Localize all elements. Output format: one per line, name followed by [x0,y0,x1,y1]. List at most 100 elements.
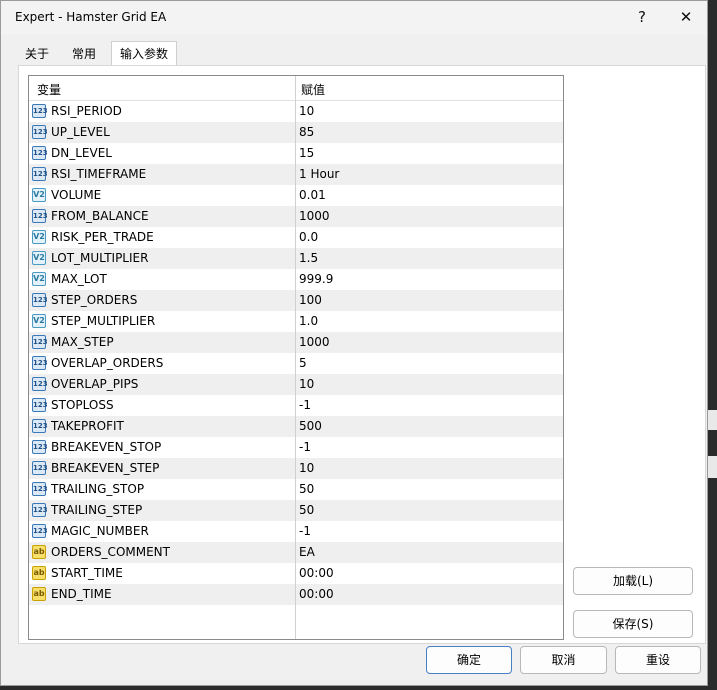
double-type-icon: V2 [32,251,46,265]
variable-name: END_TIME [51,587,112,601]
variable-name: RSI_PERIOD [51,104,122,118]
variable-name: BREAKEVEN_STOP [51,440,162,454]
variable-name: MAX_LOT [51,272,107,286]
double-type-icon: V2 [32,230,46,244]
tab-common[interactable]: 常用 [65,44,103,64]
variable-value[interactable]: -1 [299,524,311,538]
table-row[interactable]: 123 MAX_STEP 1000 [29,332,563,353]
variable-name: RSI_TIMEFRAME [51,167,147,181]
variable-name: OVERLAP_PIPS [51,377,139,391]
table-row[interactable]: V2 LOT_MULTIPLIER 1.5 [29,248,563,269]
int-type-icon: 123 [32,440,48,454]
variable-value[interactable]: 10 [299,104,314,118]
variable-value[interactable]: 5 [299,356,307,370]
variable-value[interactable]: 50 [299,482,314,496]
variable-value[interactable]: 10 [299,461,314,475]
table-row[interactable]: V2 VOLUME 0.01 [29,185,563,206]
variable-value[interactable]: 100 [299,293,322,307]
variable-value[interactable]: 1.0 [299,314,318,328]
close-button[interactable]: ✕ [669,5,703,31]
variable-value[interactable]: 0.01 [299,188,326,202]
load-button[interactable]: 加载(L) [573,567,693,595]
variable-name: TRAILING_STOP [51,482,145,496]
int-type-icon: 123 [32,104,48,118]
table-row[interactable]: ab START_TIME 00:00 [29,563,563,584]
variable-name: START_TIME [51,566,123,580]
variable-value[interactable]: -1 [299,398,311,412]
variable-name: MAGIC_NUMBER [51,524,149,538]
variable-name: RISK_PER_TRADE [51,230,154,244]
variable-value[interactable]: 15 [299,146,314,160]
table-row[interactable]: 123 TAKEPROFIT 500 [29,416,563,437]
int-type-icon: 123 [32,482,48,496]
table-row[interactable]: 123 UP_LEVEL 85 [29,122,563,143]
int-type-icon: 123 [32,419,48,433]
table-row[interactable]: 123 BREAKEVEN_STOP -1 [29,437,563,458]
table-row[interactable]: 123 FROM_BALANCE 1000 [29,206,563,227]
variable-value[interactable]: 0.0 [299,230,318,244]
variable-value[interactable]: 1000 [299,335,330,349]
variable-name: VOLUME [51,188,102,202]
variable-value[interactable]: 1000 [299,209,330,223]
table-row[interactable]: 123 DN_LEVEL 15 [29,143,563,164]
variable-value[interactable]: 500 [299,419,322,433]
int-type-icon: 123 [32,209,48,223]
table-row[interactable]: 123 MAGIC_NUMBER -1 [29,521,563,542]
table-row[interactable]: 123 STOPLOSS -1 [29,395,563,416]
variable-name: MAX_STEP [51,335,114,349]
variable-value[interactable]: 50 [299,503,314,517]
int-type-icon: 123 [32,461,48,475]
int-type-icon: 123 [32,335,48,349]
table-row[interactable]: V2 MAX_LOT 999.9 [29,269,563,290]
table-row[interactable]: 123 RSI_TIMEFRAME 1 Hour [29,164,563,185]
table-row[interactable]: ab ORDERS_COMMENT EA [29,542,563,563]
variable-value[interactable]: 1 Hour [299,167,339,181]
string-type-icon: ab [32,587,46,601]
table-row[interactable]: V2 STEP_MULTIPLIER 1.0 [29,311,563,332]
save-button[interactable]: 保存(S) [573,610,693,638]
window-title: Expert - Hamster Grid EA [15,10,167,24]
table-row[interactable]: ab END_TIME 00:00 [29,584,563,605]
table-row[interactable]: 123 TRAILING_STEP 50 [29,500,563,521]
variable-value[interactable]: 999.9 [299,272,333,286]
int-type-icon: 123 [32,167,48,181]
table-row[interactable]: 123 STEP_ORDERS 100 [29,290,563,311]
int-type-icon: 123 [32,146,48,160]
ok-button[interactable]: 确定 [426,646,512,674]
table-row[interactable]: 123 BREAKEVEN_STEP 10 [29,458,563,479]
variable-name: STEP_ORDERS [51,293,138,307]
tab-about[interactable]: 关于 [19,44,55,64]
int-type-icon: 123 [32,125,48,139]
reset-button[interactable]: 重设 [615,646,701,674]
variable-value[interactable]: 85 [299,125,314,139]
table-row[interactable]: V2 RISK_PER_TRADE 0.0 [29,227,563,248]
cancel-button[interactable]: 取消 [520,646,607,674]
help-button[interactable]: ? [625,5,659,31]
variable-name: ORDERS_COMMENT [51,545,170,559]
variable-name: UP_LEVEL [51,125,110,139]
int-type-icon: 123 [32,503,48,517]
variable-name: BREAKEVEN_STEP [51,461,160,475]
title-bar: Expert - Hamster Grid EA ? ✕ [1,1,707,35]
variable-name: LOT_MULTIPLIER [51,251,149,265]
variable-value[interactable]: 00:00 [299,566,334,580]
variable-name: TRAILING_STEP [51,503,143,517]
variable-value[interactable]: 10 [299,377,314,391]
string-type-icon: ab [32,566,46,580]
table-row[interactable]: 123 OVERLAP_ORDERS 5 [29,353,563,374]
table-row[interactable]: 123 RSI_PERIOD 10 [29,101,563,122]
variable-name: STOPLOSS [51,398,114,412]
column-header-value[interactable]: 赋值 [301,81,325,98]
variable-value[interactable]: EA [299,545,315,559]
variable-value[interactable]: 00:00 [299,587,334,601]
table-row[interactable]: 123 TRAILING_STOP 50 [29,479,563,500]
column-header-variable[interactable]: 变量 [37,81,61,98]
int-type-icon: 123 [32,293,48,307]
string-type-icon: ab [32,545,46,559]
variable-value[interactable]: 1.5 [299,251,318,265]
int-type-icon: 123 [32,398,48,412]
int-type-icon: 123 [32,377,48,391]
table-row[interactable]: 123 OVERLAP_PIPS 10 [29,374,563,395]
variable-value[interactable]: -1 [299,440,311,454]
tab-inputs[interactable]: 输入参数 [111,41,177,66]
